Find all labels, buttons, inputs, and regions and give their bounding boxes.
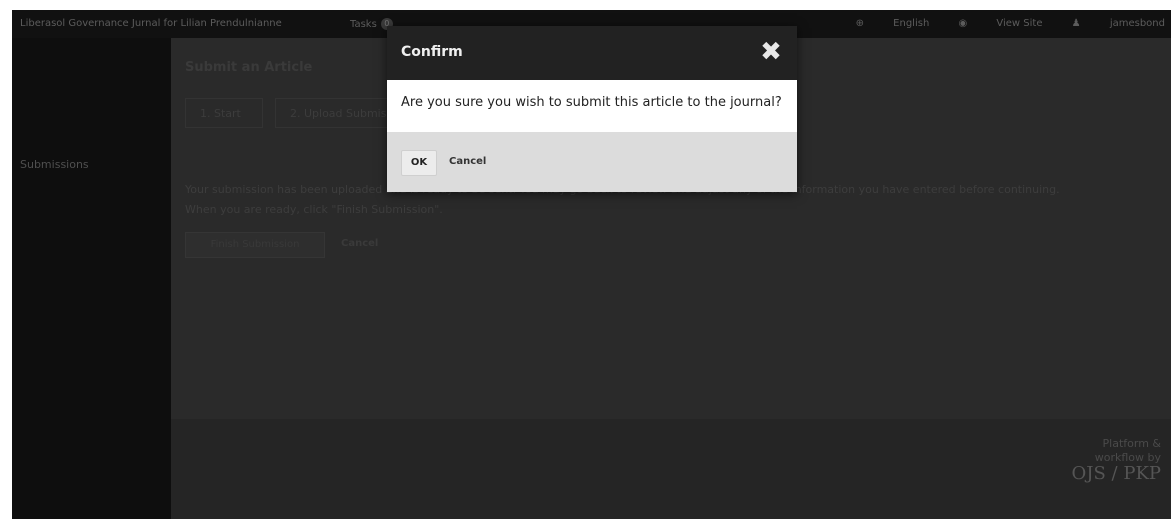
tasks-label: Tasks [350,19,377,30]
ok-button[interactable]: OK [401,150,437,176]
app-screen: Liberasol Governance Jurnal for Lilian P… [12,10,1171,519]
tab-start[interactable]: 1. Start [185,98,263,128]
journal-name-link[interactable]: Liberasol Governance Jurnal for Lilian P… [20,18,282,29]
cancel-link[interactable]: Cancel [341,238,378,249]
sidebar-item-submissions[interactable]: Submissions [20,158,89,171]
sidebar: Submissions [12,38,171,519]
user-menu[interactable]: ♟ jamesbond [1072,18,1165,29]
page-footer: Platform & workflow by OJS / PKP [171,419,1171,519]
view-site-label: View Site [996,18,1043,29]
page-title: Submit an Article [185,60,313,75]
dialog-footer: OK Cancel [387,132,797,192]
close-icon[interactable]: ✖ [759,38,783,66]
submission-message-line-2: When you are ready, click "Finish Submis… [185,203,443,216]
username-label: jamesbond [1109,18,1165,29]
dialog-body: Are you sure you wish to submit this art… [387,80,797,132]
confirm-dialog: Confirm ✖ Are you sure you wish to submi… [387,26,797,192]
dialog-title: Confirm [401,44,463,60]
finish-submission-button[interactable]: Finish Submission [185,232,325,258]
platform-line-1: Platform & [1102,437,1161,450]
language-label: English [893,18,930,29]
platform-brand[interactable]: Platform & workflow by OJS / PKP [1071,437,1161,484]
language-link[interactable]: ⊕ English [856,18,930,29]
dialog-header: Confirm ✖ [387,26,797,80]
ojs-pkp-logo: OJS / PKP [1071,463,1161,484]
view-site-link[interactable]: ◉ View Site [958,18,1042,29]
cancel-button[interactable]: Cancel [449,156,486,167]
dialog-message: Are you sure you wish to submit this art… [401,95,782,110]
user-navigation: ⊕ English ◉ View Site ♟ jamesbond [830,18,1165,29]
